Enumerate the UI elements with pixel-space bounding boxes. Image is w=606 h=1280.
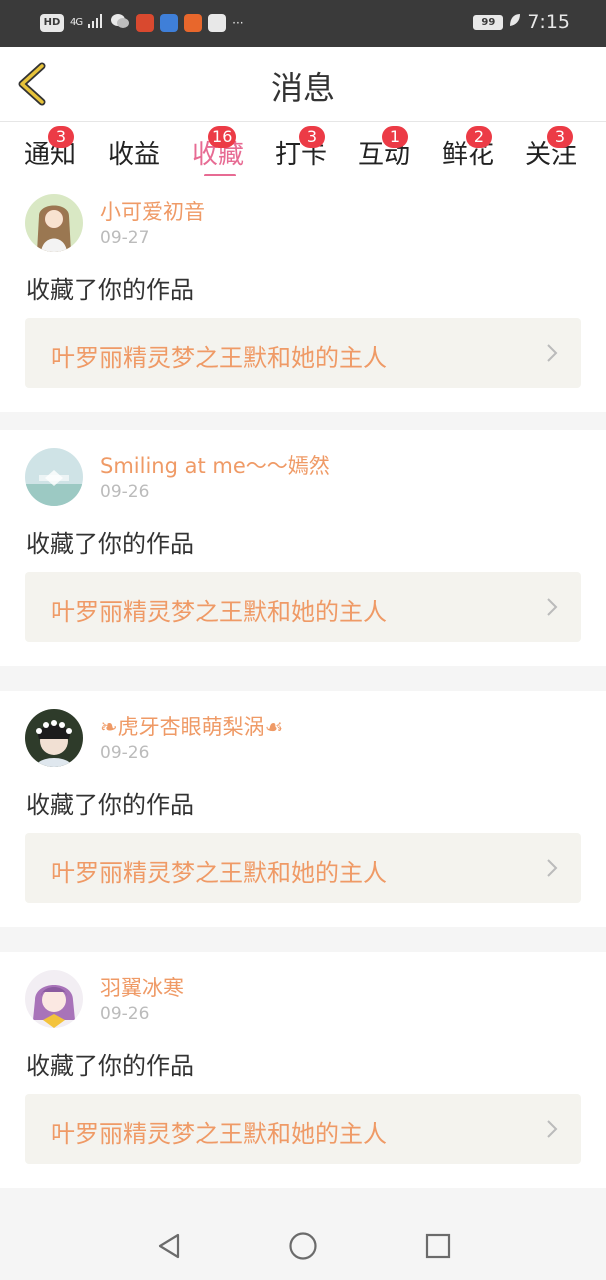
network-label: 4G: [70, 17, 83, 28]
username[interactable]: Smiling at me〜〜嫣然: [100, 450, 330, 480]
username[interactable]: ❧虎牙杏眼萌梨涡☙: [100, 711, 283, 741]
tab-favorites[interactable]: 收藏 16: [192, 126, 244, 171]
chevron-right-icon: [547, 598, 558, 616]
tab-flowers[interactable]: 鲜花 2: [442, 126, 494, 171]
signal-icon: [88, 14, 104, 31]
unread-badge: 2: [466, 126, 493, 148]
work-link[interactable]: 叶罗丽精灵梦之王默和她的主人: [25, 833, 581, 903]
message-date: 09-26: [100, 743, 150, 763]
nav-home-button[interactable]: [288, 1231, 318, 1261]
message-card: ❧虎牙杏眼萌梨涡☙ 09-26 收藏了你的作品 叶罗丽精灵梦之王默和她的主人: [0, 691, 606, 927]
app-icon: [160, 13, 179, 32]
unread-badge: 3: [299, 126, 326, 148]
tab-checkin[interactable]: 打卡 3: [275, 126, 327, 171]
work-title: 叶罗丽精灵梦之王默和她的主人: [51, 1120, 387, 1148]
page-title: 消息: [270, 69, 335, 107]
work-title: 叶罗丽精灵梦之王默和她的主人: [51, 598, 387, 626]
unread-badge: 3: [48, 126, 75, 148]
status-right: 99 7:15: [473, 11, 570, 33]
message-date: 09-26: [100, 482, 150, 502]
tab-notifications[interactable]: 通知 3: [24, 126, 76, 171]
tab-label: 收益: [108, 140, 161, 170]
unread-badge: 1: [382, 126, 409, 148]
work-link[interactable]: 叶罗丽精灵梦之王默和她的主人: [25, 1094, 581, 1164]
work-title: 叶罗丽精灵梦之王默和她的主人: [51, 344, 387, 372]
avatar[interactable]: [25, 709, 83, 767]
status-left: HD 4G ···: [40, 13, 244, 32]
message-date: 09-27: [100, 228, 150, 248]
avatar[interactable]: [25, 970, 83, 1028]
message-card: 羽翼冰寒 09-26 收藏了你的作品 叶罗丽精灵梦之王默和她的主人: [0, 952, 606, 1188]
avatar[interactable]: [25, 448, 83, 506]
message-card: 小可爱初音 09-27 收藏了你的作品 叶罗丽精灵梦之王默和她的主人: [0, 176, 606, 412]
app-icon: [136, 13, 155, 32]
tab-following[interactable]: 关注 3: [525, 126, 577, 171]
nav-recents-button[interactable]: [423, 1231, 453, 1261]
header: 消息: [0, 47, 606, 122]
work-link[interactable]: 叶罗丽精灵梦之王默和她的主人: [25, 318, 581, 388]
taobao-icon: [184, 13, 203, 32]
clock: 7:15: [527, 11, 570, 33]
system-navigation-bar: [0, 1210, 606, 1280]
recents-square-icon: [425, 1233, 451, 1259]
message-text: 收藏了你的作品: [26, 1052, 194, 1080]
baidu-icon: [208, 13, 227, 32]
wechat-icon: [110, 13, 130, 32]
chevron-right-icon: [547, 1120, 558, 1138]
more-icon: ···: [232, 15, 244, 30]
message-text: 收藏了你的作品: [26, 791, 194, 819]
work-title: 叶罗丽精灵梦之王默和她的主人: [51, 859, 387, 887]
work-link[interactable]: 叶罗丽精灵梦之王默和她的主人: [25, 572, 581, 642]
username[interactable]: 小可爱初音: [100, 196, 205, 226]
chevron-right-icon: [547, 344, 558, 362]
message-card: Smiling at me〜〜嫣然 09-26 收藏了你的作品 叶罗丽精灵梦之王…: [0, 430, 606, 666]
tab-interaction[interactable]: 互动 1: [358, 126, 410, 171]
leaf-icon: [509, 13, 521, 31]
tab-earnings[interactable]: 收益: [108, 134, 160, 171]
status-bar: HD 4G ··· 99 7:15: [0, 0, 606, 47]
username[interactable]: 羽翼冰寒: [100, 972, 184, 1002]
chevron-right-icon: [547, 859, 558, 877]
avatar[interactable]: [25, 194, 83, 252]
message-text: 收藏了你的作品: [26, 276, 194, 304]
unread-badge: 16: [208, 126, 237, 148]
home-circle-icon: [289, 1232, 317, 1260]
back-triangle-icon: [158, 1233, 180, 1259]
nav-back-button[interactable]: [154, 1231, 184, 1261]
message-date: 09-26: [100, 1004, 150, 1024]
message-text: 收藏了你的作品: [26, 530, 194, 558]
hd-icon: HD: [40, 13, 64, 32]
unread-badge: 3: [547, 126, 574, 148]
battery-icon: 99: [473, 14, 504, 30]
